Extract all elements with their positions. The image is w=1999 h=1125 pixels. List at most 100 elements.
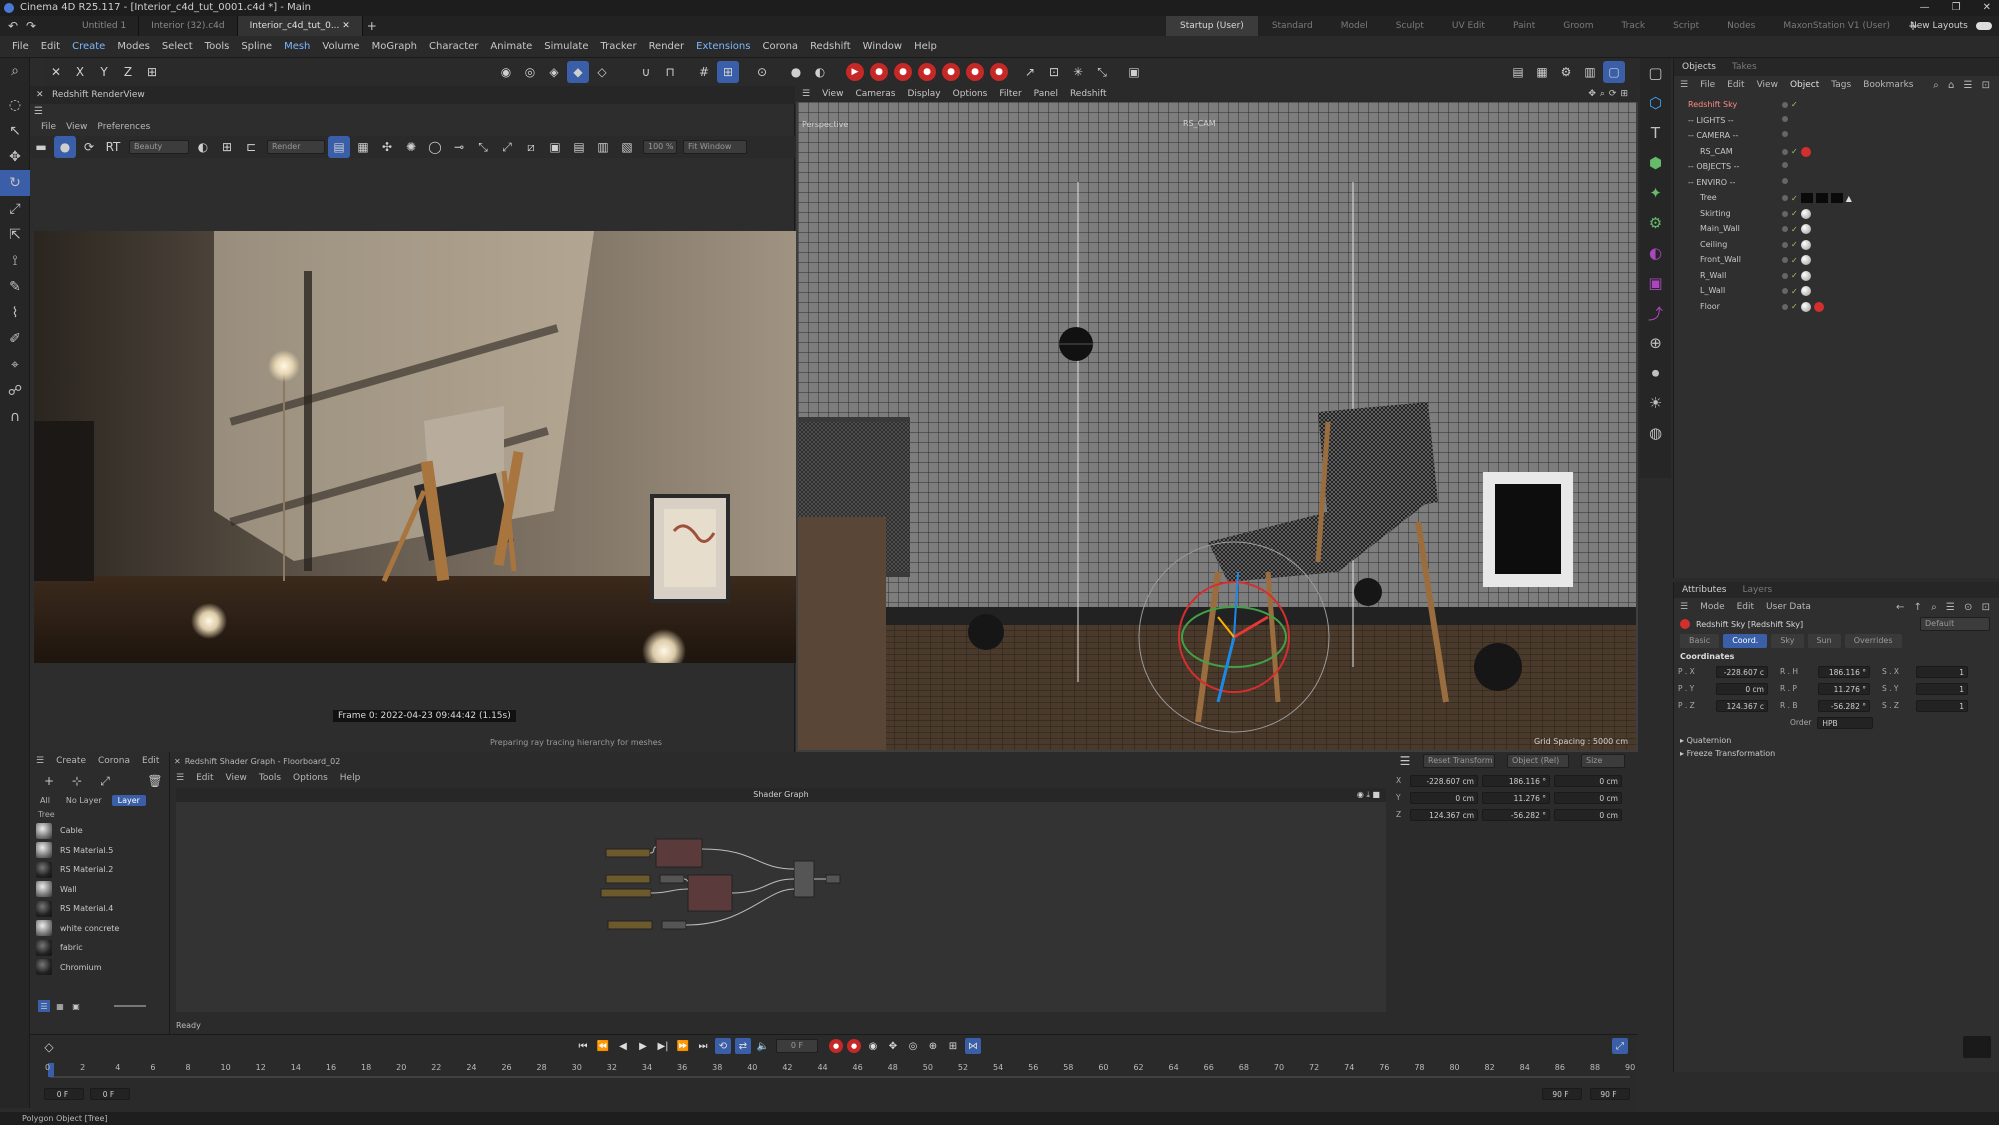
export-icon[interactable]: ↗ — [1019, 61, 1041, 83]
menu-tracker[interactable]: Tracker — [594, 36, 642, 58]
compare-icon[interactable]: ⧄ — [520, 136, 542, 158]
layout-tab-uv-edit[interactable]: UV Edit — [1438, 16, 1499, 36]
scale-icon[interactable]: ⤡ — [1091, 61, 1113, 83]
size-y-field[interactable]: 0 cm — [1554, 791, 1622, 804]
pos-x-field[interactable]: -228.607 cm — [1410, 774, 1478, 787]
field-rp[interactable]: 11.276 ° — [1818, 682, 1870, 695]
search-icon[interactable]: ⌕ — [0, 58, 30, 84]
object-rel-select[interactable]: Object (Rel) — [1507, 754, 1569, 768]
deformer-icon[interactable]: ⚙ — [1640, 208, 1671, 238]
rs-light-icon[interactable]: ● — [918, 63, 936, 81]
rot-h-field[interactable]: 186.116 ° — [1482, 774, 1550, 787]
sg-menu-options[interactable]: Options — [287, 769, 334, 787]
render-mode-select[interactable]: Render — [267, 140, 325, 154]
object-row-objects[interactable]: -- OBJECTS -- — [1674, 160, 1999, 176]
order-select[interactable]: HPB — [1817, 716, 1874, 729]
minimize-button[interactable]: — — [1920, 0, 1930, 16]
cursor-icon[interactable]: ↖ — [0, 118, 30, 144]
go-to-start-icon[interactable]: ⏮ — [575, 1038, 591, 1054]
rs-render-icon[interactable]: ▶ — [846, 63, 864, 81]
generator-icon[interactable]: ⬢ — [1640, 148, 1671, 178]
fit-window-select[interactable]: Fit Window — [683, 140, 747, 154]
timeline-ruler[interactable]: 0 2 4 6 8 10 12 14 16 18 20 22 24 26 28 30 32 34 36 38 40 42 4… — [30, 1057, 1638, 1087]
cube-icon[interactable]: ▢ — [1640, 58, 1671, 88]
sg-menu-help[interactable]: Help — [334, 769, 367, 787]
keyframe-selection-icon[interactable]: ◉ — [865, 1038, 881, 1054]
spline-tool-icon[interactable]: ⟟ — [0, 248, 30, 274]
autokey-icon[interactable]: ● — [847, 1039, 861, 1053]
render-region-icon[interactable]: ◐ — [809, 61, 831, 83]
viewport-canvas[interactable]: Perspective RS_CAM Grid Spacing : 5000 c… — [798, 102, 1636, 750]
volume-icon[interactable]: ▣ — [1640, 268, 1671, 298]
menu-redshift[interactable]: Redshift — [804, 36, 857, 58]
large-view-icon[interactable]: ▣ — [70, 1000, 82, 1012]
menu-icon[interactable]: ☰ — [170, 769, 190, 787]
menu-spline[interactable]: Spline — [235, 36, 278, 58]
start-frame-field[interactable]: 0 F — [44, 1088, 84, 1100]
clone-icon[interactable]: ▥ — [592, 136, 614, 158]
menu-file[interactable]: File — [6, 36, 35, 58]
uv-mode-icon[interactable]: ◇ — [591, 61, 613, 83]
grid-overlay-icon[interactable]: ⊞ — [216, 136, 238, 158]
pos-z-field[interactable]: 124.367 cm — [1410, 808, 1478, 821]
exposure-icon[interactable]: ⊸ — [448, 136, 470, 158]
menu-corona[interactable]: Corona — [756, 36, 804, 58]
object-row-enviro[interactable]: -- ENVIRO -- — [1674, 176, 1999, 192]
add-tab-icon[interactable]: + — [363, 17, 381, 35]
loop-icon[interactable]: ⟲ — [715, 1038, 731, 1054]
list-view-icon[interactable]: ☰ — [38, 1000, 50, 1012]
brush-tool-icon[interactable]: ⌖ — [0, 352, 30, 378]
menu-render[interactable]: Render — [643, 36, 691, 58]
filter-layer[interactable]: Layer — [111, 794, 146, 806]
layout-tab-model[interactable]: Model — [1327, 16, 1382, 36]
object-row-tree[interactable]: Tree ✓ ▲ — [1674, 191, 1999, 207]
object-row-camera[interactable]: -- CAMERA -- — [1674, 129, 1999, 145]
object-row-redshift-sky[interactable]: Redshift Sky ✓ — [1674, 98, 1999, 114]
filter-no-layer[interactable]: No Layer — [60, 795, 108, 806]
object-row-main-wall[interactable]: Main_Wall ✓ — [1674, 222, 1999, 238]
scale-key-icon[interactable]: ⊕ — [925, 1038, 941, 1054]
menu-window[interactable]: Window — [857, 36, 908, 58]
perspective-viewport[interactable]: ☰ View Cameras Display Options Filter Pa… — [796, 86, 1638, 752]
om-menu-bookmarks[interactable]: Bookmarks — [1857, 76, 1919, 94]
eyedropper-icon[interactable]: ⤢ — [96, 772, 114, 790]
field-sz[interactable]: 1 — [1916, 699, 1968, 712]
scale-tool-icon[interactable]: ⤢ — [0, 196, 30, 222]
om-menu-object[interactable]: Object — [1784, 76, 1825, 94]
rs-camera-icon[interactable]: ● — [942, 63, 960, 81]
rv-menu-file[interactable]: File — [36, 122, 61, 132]
undo-icon[interactable]: ↶ — [4, 17, 22, 35]
go-to-end-icon[interactable]: ⏭ — [695, 1038, 711, 1054]
attr-menu-mode[interactable]: Mode — [1694, 598, 1731, 616]
layout-tab-startup[interactable]: Startup (User) — [1166, 16, 1258, 36]
bucket-icon[interactable]: ✣ — [376, 136, 398, 158]
rv-menu-view[interactable]: View — [61, 122, 92, 132]
rv-menu-preferences[interactable]: Preferences — [92, 122, 155, 132]
next-key-icon[interactable]: ⏩ — [675, 1038, 691, 1054]
field-rb[interactable]: -56.282 ° — [1818, 699, 1870, 712]
object-row-ceiling[interactable]: Ceiling ✓ — [1674, 238, 1999, 254]
group-freeze[interactable]: ▸ Freeze Transformation — [1678, 747, 1995, 760]
scatter-icon[interactable]: ✳ — [1067, 61, 1089, 83]
add-material-icon[interactable]: + — [40, 772, 58, 790]
end-frame-field[interactable]: 90 F — [1590, 1088, 1630, 1100]
attr-nav-icons[interactable]: ← ↑ ⌕ ☰ ⊙ ⊡ — [1896, 602, 1993, 613]
live-selection-icon[interactable]: ◌ — [0, 92, 30, 118]
snap-icon[interactable]: ⊓ — [659, 61, 681, 83]
menu-select[interactable]: Select — [156, 36, 199, 58]
sg-menu-view[interactable]: View — [220, 769, 253, 787]
layout-tab-nodes[interactable]: Nodes — [1713, 16, 1769, 36]
menu-icon[interactable]: ☰ — [1674, 598, 1694, 616]
field-rh[interactable]: 186.116 ° — [1818, 665, 1870, 678]
group-quaternion[interactable]: ▸ Quaternion — [1678, 731, 1995, 747]
menu-icon[interactable]: ☰ — [1396, 752, 1414, 770]
export-icon[interactable]: ▧ — [616, 136, 638, 158]
subtab-sky[interactable]: Sky — [1771, 634, 1804, 648]
render-start-icon[interactable]: ● — [54, 136, 76, 158]
sculpt-tool-icon[interactable]: ☍ — [0, 378, 30, 404]
denoise-icon[interactable]: ✺ — [400, 136, 422, 158]
layout-tab-standard[interactable]: Standard — [1258, 16, 1327, 36]
render-active-icon[interactable]: ▢ — [1603, 61, 1625, 83]
pos-y-field[interactable]: 0 cm — [1410, 791, 1478, 804]
doc-tab-untitled[interactable]: Untitled 1 — [70, 16, 140, 36]
